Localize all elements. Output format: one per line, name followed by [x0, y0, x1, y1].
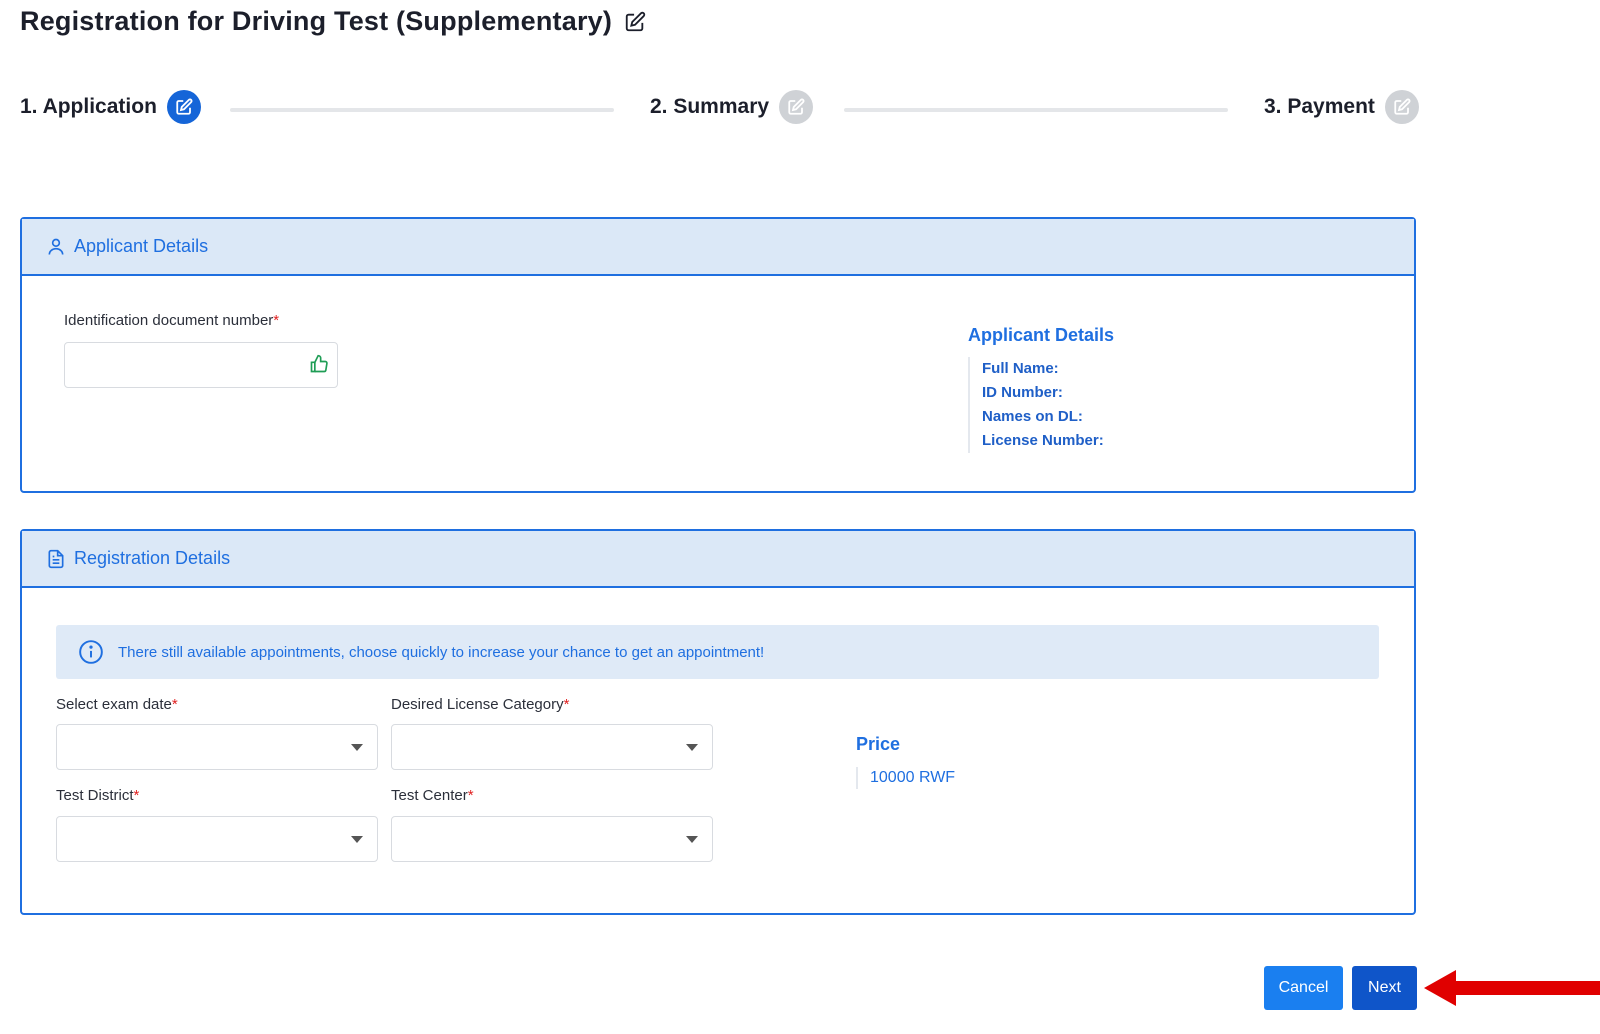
annotation-arrow-icon: [1424, 970, 1600, 1006]
step-edit-icon: [1384, 90, 1419, 124]
exam-date-select[interactable]: [56, 724, 378, 770]
step-edit-icon: [779, 90, 814, 124]
id-number-detail-label: ID Number:: [982, 384, 1063, 401]
info-message: There still available appointments, choo…: [118, 643, 765, 661]
info-banner: There still available appointments, choo…: [56, 625, 1379, 679]
chevron-down-icon: [686, 744, 698, 751]
price-value: 10000 RWF: [856, 767, 955, 789]
stepper: 1. Application 2. Summary 3. Payment: [20, 90, 1420, 130]
applicant-details-list: Full Name: ID Number: Names on DL: Licen…: [968, 357, 1104, 453]
panel-header-title: Registration Details: [74, 548, 231, 568]
step-label: 2. Summary: [650, 95, 770, 118]
price-title: Price: [856, 734, 901, 754]
chevron-down-icon: [351, 836, 363, 843]
id-number-input[interactable]: [64, 342, 338, 388]
cancel-button[interactable]: Cancel: [1264, 966, 1343, 1010]
step-connector: [230, 108, 614, 112]
step-application[interactable]: 1. Application: [20, 90, 201, 124]
step-edit-icon: [166, 90, 201, 124]
applicant-details-summary-title: Applicant Details: [968, 325, 1115, 345]
test-center-label: Test Center*: [391, 787, 474, 804]
applicant-details-panel: Applicant Details Identification documen…: [20, 217, 1416, 493]
test-district-label: Test District*: [56, 787, 140, 804]
panel-header-title: Applicant Details: [74, 236, 209, 256]
edit-icon: [625, 11, 646, 31]
chevron-down-icon: [351, 744, 363, 751]
user-icon: [48, 238, 64, 255]
test-district-select[interactable]: [56, 816, 378, 862]
chevron-down-icon: [686, 836, 698, 843]
applicant-panel-header: Applicant Details: [22, 219, 1414, 276]
thumbs-up-icon: [310, 354, 328, 373]
step-label: 1. Application: [20, 95, 157, 118]
names-on-dl-label: Names on DL:: [982, 408, 1083, 425]
id-number-label: Identification document number*: [64, 312, 280, 329]
step-connector: [844, 108, 1228, 112]
page-title: Registration for Driving Test (Supplemen…: [20, 6, 646, 37]
registration-panel-header: Registration Details: [22, 531, 1414, 588]
full-name-label: Full Name:: [982, 360, 1059, 377]
step-payment[interactable]: 3. Payment: [1264, 90, 1419, 124]
step-summary[interactable]: 2. Summary: [650, 90, 814, 124]
next-button[interactable]: Next: [1352, 966, 1417, 1010]
exam-date-label: Select exam date*: [56, 696, 178, 713]
license-category-select[interactable]: [391, 724, 713, 770]
registration-details-panel: Registration Details There still availab…: [20, 529, 1416, 915]
license-number-label: License Number:: [982, 432, 1104, 449]
step-label: 3. Payment: [1264, 95, 1375, 118]
document-icon: [48, 549, 64, 568]
test-center-select[interactable]: [391, 816, 713, 862]
license-category-label: Desired License Category*: [391, 696, 570, 713]
page-title-text: Registration for Driving Test (Supplemen…: [20, 6, 613, 36]
info-icon: [79, 640, 103, 664]
